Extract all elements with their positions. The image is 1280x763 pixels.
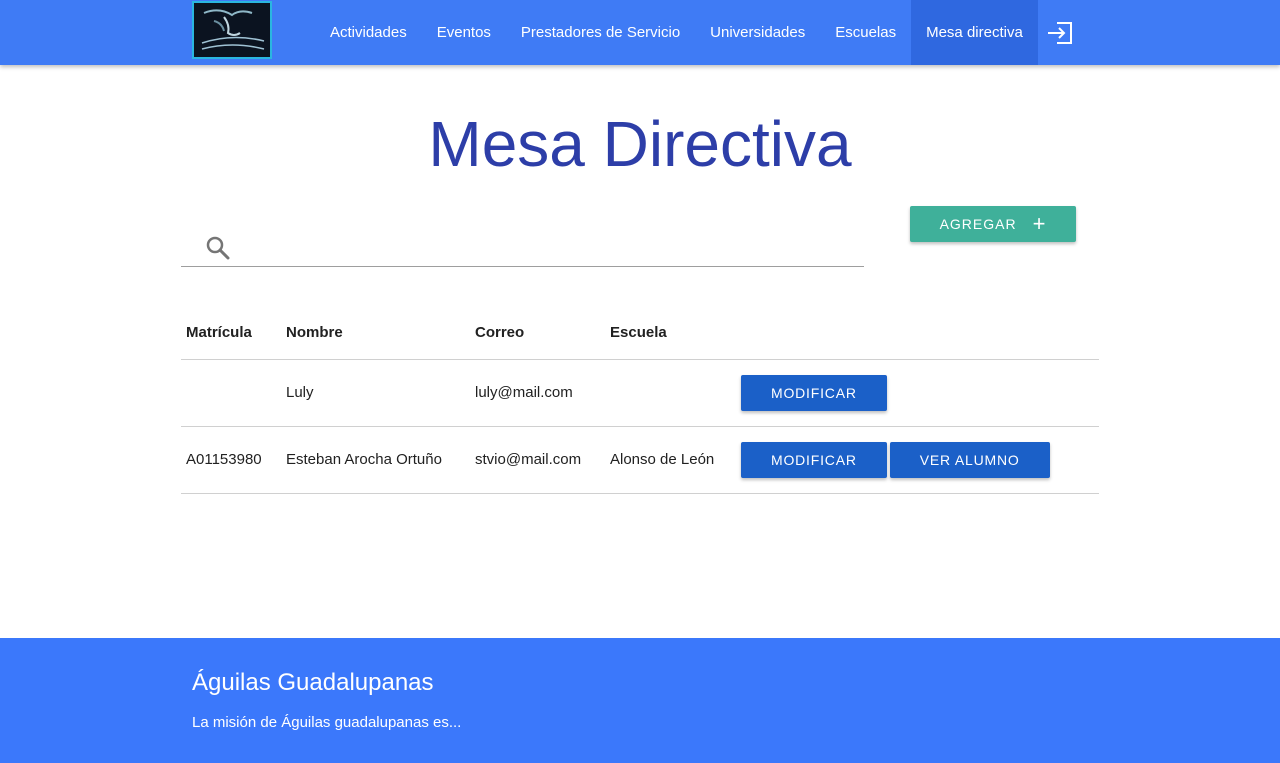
- nav-item-actividades[interactable]: Actividades: [315, 0, 422, 65]
- nav-item-prestadores[interactable]: Prestadores de Servicio: [506, 0, 695, 65]
- table-header-row: Matrícula Nombre Correo Escuela: [181, 306, 1099, 360]
- search-input[interactable]: [241, 229, 855, 265]
- header-nombre: Nombre: [281, 306, 470, 360]
- footer-text: La misión de Águilas guadalupanas es...: [192, 714, 462, 731]
- nav-item-eventos[interactable]: Eventos: [422, 0, 506, 65]
- cell-correo: stvio@mail.com: [470, 426, 605, 494]
- footer-title: Águilas Guadalupanas: [192, 669, 434, 696]
- header-matricula: Matrícula: [181, 306, 281, 360]
- cell-actions: MODIFICAR VER ALUMNO: [736, 426, 1099, 494]
- cell-matricula: A01153980: [181, 426, 281, 494]
- header-correo: Correo: [470, 306, 605, 360]
- table-row: A01153980 Esteban Arocha Ortuño stvio@ma…: [181, 426, 1099, 494]
- cell-correo: luly@mail.com: [470, 359, 605, 427]
- top-navbar: Actividades Eventos Prestadores de Servi…: [0, 0, 1280, 65]
- nav-item-mesa-directiva[interactable]: Mesa directiva: [911, 0, 1038, 65]
- modify-button[interactable]: MODIFICAR: [741, 374, 887, 411]
- members-table: Matrícula Nombre Correo Escuela Luly lul…: [181, 306, 1099, 494]
- logout-button[interactable]: [1045, 20, 1075, 46]
- view-student-button[interactable]: VER ALUMNO: [889, 441, 1050, 478]
- eagle-logo-icon: [201, 9, 265, 50]
- header-escuela: Escuela: [605, 306, 736, 360]
- add-button-label: AGREGAR: [939, 216, 1017, 232]
- footer: Águilas Guadalupanas La misión de Águila…: [0, 638, 1280, 763]
- header-actions: [736, 306, 1099, 360]
- cell-nombre: Esteban Arocha Ortuño: [281, 426, 470, 494]
- page-title: Mesa Directiva: [428, 108, 852, 180]
- cell-actions: MODIFICAR: [736, 359, 1099, 427]
- nav-item-universidades[interactable]: Universidades: [695, 0, 820, 65]
- table-row: Luly luly@mail.com MODIFICAR: [181, 359, 1099, 427]
- cell-matricula: [181, 359, 281, 427]
- plus-icon: +: [1032, 211, 1047, 236]
- nav-links: Actividades Eventos Prestadores de Servi…: [315, 0, 1038, 65]
- cell-escuela: [605, 359, 736, 427]
- cell-escuela: Alonso de León: [605, 426, 736, 494]
- logout-icon: [1048, 22, 1072, 44]
- search-bar: [181, 225, 864, 267]
- search-icon: [206, 236, 230, 260]
- nav-item-escuelas[interactable]: Escuelas: [820, 0, 911, 65]
- brand-logo[interactable]: [192, 1, 272, 59]
- cell-nombre: Luly: [281, 359, 470, 427]
- add-button[interactable]: AGREGAR +: [910, 206, 1076, 242]
- modify-button[interactable]: MODIFICAR: [741, 441, 887, 478]
